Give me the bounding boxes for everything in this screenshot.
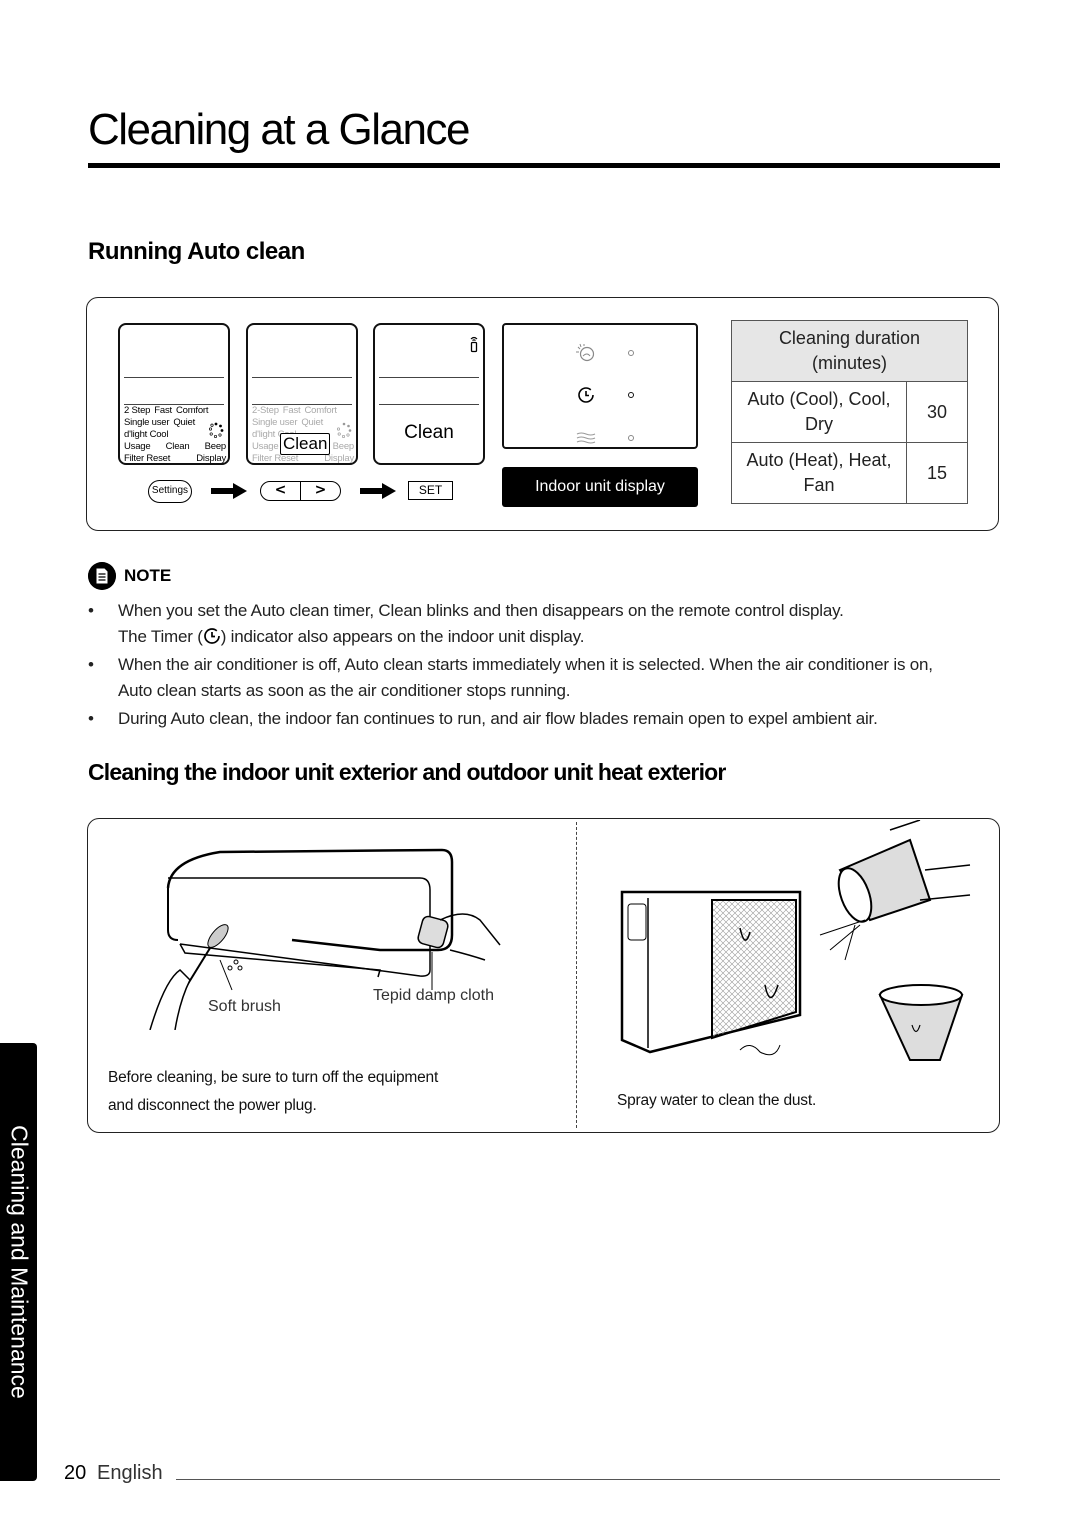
menu-item-2step: 2-Step: [252, 405, 279, 416]
bullet-text: When you set the Auto clean timer, Clean…: [118, 601, 844, 620]
bullet-text: Auto clean starts as soon as the air con…: [118, 681, 571, 700]
note-icon: [88, 562, 116, 590]
bullet-text: ) indicator also appears on the indoor u…: [220, 627, 585, 646]
callout-tepid-damp-cloth: Tepid damp cloth: [373, 987, 494, 1004]
page-language: English: [97, 1462, 163, 1484]
mode-text: Dry: [805, 414, 833, 434]
indoor-unit-display: [502, 323, 698, 449]
header-line-1: Cleaning duration: [778, 328, 921, 348]
footer-rule: [176, 1479, 1000, 1480]
callout-soft-brush: Soft brush: [208, 998, 281, 1015]
auto-clean-icon: [576, 343, 595, 362]
note-label: NOTE: [124, 566, 172, 585]
minutes-cell: 15: [906, 442, 968, 504]
outdoor-unit-illustration: [620, 820, 971, 1061]
caption-line: Before cleaning, be sure to turn off the…: [108, 1069, 439, 1086]
table-row: Auto (Heat), Heat, Fan 15: [731, 442, 968, 504]
menu-item-beep: Beep: [332, 441, 355, 452]
section-heading-exterior: Cleaning the indoor unit exterior and ou…: [88, 759, 726, 785]
indoor-unit-display-label: Indoor unit display: [502, 467, 698, 507]
menu-item-filter-reset: Filter Reset: [124, 453, 171, 464]
minutes-cell: 30: [906, 381, 968, 443]
chapter-side-tab: Cleaning and Maintenance: [0, 1043, 37, 1481]
wind-icon: [576, 432, 596, 444]
arrow-right-icon: [360, 483, 396, 499]
right-button[interactable]: >: [301, 482, 340, 500]
mode-text: Fan: [803, 475, 835, 495]
menu-item-single-user: Single user: [252, 417, 298, 428]
timer-icon: [578, 387, 594, 403]
bullet-text: When the air conditioner is off, Auto cl…: [118, 655, 933, 674]
table-row: Auto (Cool), Cool, Dry 30: [731, 381, 968, 443]
mode-cell: Auto (Heat), Heat, Fan: [731, 442, 907, 504]
indicator-led-timer: [628, 392, 634, 398]
hand-icon: [149, 969, 191, 1030]
note-bullets: When you set the Auto clean timer, Clean…: [88, 598, 998, 734]
note-bullet: When the air conditioner is off, Auto cl…: [88, 652, 998, 704]
mode-text: Auto (Heat), Heat,: [746, 450, 892, 470]
settings-button[interactable]: Settings: [148, 480, 192, 503]
indoor-caption: Before cleaning, be sure to turn off the…: [108, 1064, 438, 1120]
table-header: Cleaning duration (minutes): [731, 320, 968, 382]
remote-screen-clean-set: Clean: [373, 323, 485, 465]
remote-screen-clean-selected: 2-Step Fast Comfort Single user Quiet d'lig…: [246, 323, 358, 465]
remote-screen-settings-menu: 2 Step Fast Comfort Single user Quiet d'lig…: [118, 323, 230, 465]
left-right-buttons: < >: [260, 481, 341, 501]
menu-item-comfort: Comfort: [304, 405, 337, 416]
chapter-side-tab-label: Cleaning and Maintenance: [6, 1125, 32, 1399]
mode-cell: Auto (Cool), Cool, Dry: [731, 381, 907, 443]
menu-item-beep: Beep: [204, 441, 227, 452]
mode-text: Auto (Cool), Cool,: [747, 389, 891, 409]
menu-item-2step: 2 Step: [124, 405, 151, 416]
cleaning-duration-table: Cleaning duration (minutes) Auto (Cool), …: [731, 320, 968, 504]
outdoor-caption: Spray water to clean the dust.: [617, 1092, 817, 1109]
page-number: 20: [64, 1462, 87, 1484]
clean-highlight: Clean: [280, 433, 331, 455]
arrow-right-icon: [211, 483, 247, 499]
menu-item-single-user: Single user: [124, 417, 170, 428]
page-title: Cleaning at a Glance: [88, 105, 470, 154]
remote-signal-icon: [470, 336, 478, 353]
water-splash-icon: [819, 919, 866, 961]
pouring-bucket-icon: [837, 838, 932, 923]
set-button[interactable]: SET: [408, 481, 453, 500]
caption-line: and disconnect the power plug.: [108, 1097, 317, 1114]
clean-label: Clean: [404, 422, 454, 443]
menu-item-quiet: Quiet: [173, 417, 196, 428]
loading-spinner-icon: [208, 422, 224, 438]
menu-item-usage: Usage: [124, 441, 151, 452]
indicator-led-wind: [628, 435, 634, 441]
bullet-text: The Timer (: [118, 627, 203, 646]
menu-item-comfort: Comfort: [175, 405, 209, 416]
indicator-led-auto-clean: [628, 350, 634, 356]
bullet-text-line2: The Timer ( ) indicator also appears on t…: [118, 624, 998, 650]
bullet-text: During Auto clean, the indoor fan contin…: [118, 709, 878, 728]
menu-item-quiet: Quiet: [301, 417, 324, 428]
loading-spinner-icon: [336, 422, 352, 438]
note-bullet: During Auto clean, the indoor fan contin…: [88, 706, 998, 732]
menu-item-fast: Fast: [154, 405, 172, 416]
left-button[interactable]: <: [261, 482, 301, 500]
menu-item-usage: Usage: [252, 441, 279, 452]
header-line-2: (minutes): [811, 353, 887, 373]
menu-item-clean: Clean: [165, 441, 190, 452]
section-heading-auto-clean: Running Auto clean: [88, 238, 305, 265]
menu-item-fast: Fast: [282, 405, 301, 416]
menu-item-dlight-cool: d'light Cool: [124, 429, 169, 440]
water-bucket-icon: [878, 984, 964, 1061]
menu-item-display: Display: [196, 453, 226, 464]
note-bullet: When you set the Auto clean timer, Clean…: [88, 598, 998, 650]
panel-divider: [576, 822, 577, 1128]
timer-icon: [203, 628, 220, 644]
title-rule: [88, 163, 1000, 168]
